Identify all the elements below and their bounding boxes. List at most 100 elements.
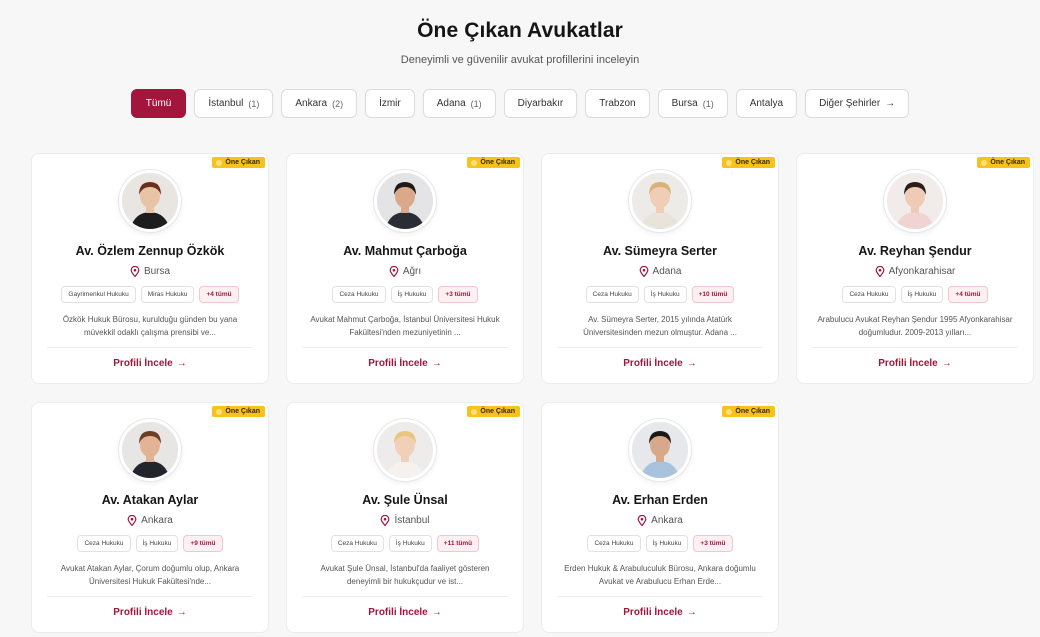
- lawyer-name[interactable]: Av. Sümeyra Serter: [603, 244, 717, 258]
- arrow-right-icon: →: [686, 607, 697, 618]
- star-icon: [981, 159, 988, 166]
- filter-chip-label: Diyarbakır: [517, 98, 564, 109]
- page-subtitle: Deneyimli ve güvenilir avukat profilleri…: [400, 54, 640, 66]
- lawyer-card[interactable]: Öne Çıkan Av. Şule Ünsal İstanbul Ceza Huku…: [286, 402, 524, 633]
- filter-chip[interactable]: Ankara (2): [281, 89, 358, 118]
- filter-chip-label: Antalya: [749, 98, 784, 109]
- lawyer-card[interactable]: Öne Çıkan Av. Atakan Aylar Ankara Ceza Huku…: [31, 402, 269, 633]
- lawyer-name[interactable]: Av. Erhan Erden: [612, 493, 708, 507]
- practice-area-tags: Ceza Hukuku İş Hukuku +11 tümü: [330, 535, 480, 552]
- lawyer-location: Ağrı: [389, 265, 421, 278]
- lawyer-description: Özkök Hukuk Bürosu, kurulduğu günden bu …: [62, 315, 238, 337]
- view-profile-link[interactable]: Profili İncele →: [878, 358, 951, 369]
- filter-chip-count: (1): [702, 98, 714, 109]
- practice-area-tags: Ceza Hukuku İş Hukuku +10 tümü: [585, 286, 735, 303]
- filter-chip-label: Trabzon: [599, 98, 636, 109]
- view-profile-link[interactable]: Profili İncele →: [113, 607, 186, 618]
- filter-chip-label: Bursa: [671, 98, 698, 109]
- view-profile-link[interactable]: Profili İncele →: [368, 358, 441, 369]
- location-pin-icon: [389, 265, 399, 278]
- more-tags-badge[interactable]: +10 tümü: [691, 286, 735, 303]
- location-pin-icon: [130, 265, 140, 278]
- view-profile-link[interactable]: Profili İncele →: [368, 607, 441, 618]
- filter-chip[interactable]: Diğer Şehirler →: [805, 89, 910, 118]
- lawyer-location: Bursa: [130, 265, 171, 278]
- practice-area-tag: İş Hukuku: [643, 286, 687, 303]
- view-profile-link[interactable]: Profili İncele →: [623, 607, 696, 618]
- filter-chip-label: Diğer Şehirler: [819, 98, 881, 109]
- card-divider: [47, 596, 253, 597]
- location-pin-icon: [380, 514, 390, 527]
- lawyer-location: Adana: [639, 265, 682, 278]
- avatar[interactable]: [119, 170, 181, 232]
- lawyer-description: Av. Sümeyra Serter, 2015 yılında Atatürk…: [583, 315, 737, 337]
- avatar[interactable]: [374, 419, 436, 481]
- filter-chip[interactable]: Adana (1): [422, 89, 496, 118]
- lawyer-city: Bursa: [143, 266, 171, 277]
- practice-area-tag: İş Hukuku: [135, 535, 179, 552]
- card-divider: [557, 347, 763, 348]
- more-tags-badge[interactable]: +3 tümü: [438, 286, 478, 303]
- view-profile-link[interactable]: Profili İncele →: [113, 358, 186, 369]
- more-tags-badge[interactable]: +4 tümü: [948, 286, 988, 303]
- filter-chip[interactable]: Trabzon: [585, 89, 650, 118]
- lawyer-card[interactable]: Öne Çıkan Av. Mahmut Çarboğa Ağrı Ceza Huku…: [286, 153, 524, 384]
- practice-area-tag: Ceza Hukuku: [587, 535, 641, 552]
- practice-area-tag: Miras Hukuku: [140, 286, 195, 303]
- more-tags-badge[interactable]: +3 tümü: [693, 535, 733, 552]
- lawyer-location: Afyonkarahisar: [875, 265, 955, 278]
- featured-badge: Öne Çıkan: [212, 406, 265, 417]
- filter-chip-label: İstanbul: [208, 98, 244, 109]
- filter-chip[interactable]: Diyarbakır: [503, 89, 578, 118]
- filter-chip[interactable]: Antalya: [735, 89, 798, 118]
- filter-chip[interactable]: İstanbul (1): [194, 89, 274, 118]
- view-profile-label: Profili İncele: [878, 358, 938, 369]
- lawyer-card[interactable]: Öne Çıkan Av. Reyhan Şendur Afyonkarahisar…: [796, 153, 1034, 384]
- lawyer-location: Ankara: [127, 514, 173, 527]
- star-icon: [726, 408, 733, 415]
- lawyer-name[interactable]: Av. Mahmut Çarboğa: [343, 244, 467, 258]
- featured-badge-label: Öne Çıkan: [480, 159, 515, 166]
- star-icon: [471, 159, 478, 166]
- practice-area-tag: İş Hukuku: [388, 535, 432, 552]
- lawyer-card[interactable]: Öne Çıkan Av. Özlem Zennup Özkök Bursa Gayr…: [31, 153, 269, 384]
- practice-area-tag: Ceza Hukuku: [842, 286, 896, 303]
- avatar[interactable]: [119, 419, 181, 481]
- avatar[interactable]: [374, 170, 436, 232]
- city-filter-bar: Tümü İstanbul (1) Ankara (2) İzmir Adana (1) Diy…: [0, 89, 1040, 118]
- filter-chip[interactable]: Bursa (1): [657, 89, 728, 118]
- featured-badge: Öne Çıkan: [722, 157, 775, 168]
- card-divider: [557, 596, 763, 597]
- filter-chip-label: Tümü: [145, 98, 172, 109]
- filter-chip[interactable]: Tümü: [130, 89, 187, 118]
- featured-badge-label: Öne Çıkan: [735, 159, 770, 166]
- more-tags-badge[interactable]: +11 tümü: [436, 535, 480, 552]
- avatar[interactable]: [629, 419, 691, 481]
- featured-badge-label: Öne Çıkan: [480, 408, 515, 415]
- lawyer-card[interactable]: Öne Çıkan Av. Sümeyra Serter Adana Ceza Huk…: [541, 153, 779, 384]
- avatar[interactable]: [884, 170, 946, 232]
- filter-chip-count: (1): [470, 98, 482, 109]
- arrow-right-icon: →: [431, 607, 442, 618]
- lawyer-card[interactable]: Öne Çıkan Av. Erhan Erden Ankara Ceza Hukuk…: [541, 402, 779, 633]
- more-tags-badge[interactable]: +4 tümü: [199, 286, 239, 303]
- view-profile-label: Profili İncele: [113, 607, 173, 618]
- arrow-right-icon: →: [686, 358, 697, 369]
- arrow-right-icon: →: [941, 358, 952, 369]
- arrow-right-icon: →: [176, 358, 187, 369]
- view-profile-link[interactable]: Profili İncele →: [623, 358, 696, 369]
- card-divider: [47, 347, 253, 348]
- practice-area-tags: Ceza Hukuku İş Hukuku +9 tümü: [77, 535, 223, 552]
- lawyer-name[interactable]: Av. Şule Ünsal: [362, 493, 447, 507]
- filter-chip[interactable]: İzmir: [365, 89, 415, 118]
- more-tags-badge[interactable]: +9 tümü: [183, 535, 223, 552]
- card-divider: [302, 347, 508, 348]
- avatar[interactable]: [629, 170, 691, 232]
- lawyer-description: Erden Hukuk & Arabuluculuk Bürosu, Ankar…: [564, 564, 756, 586]
- lawyer-name[interactable]: Av. Özlem Zennup Özkök: [76, 244, 225, 258]
- lawyer-description: Avukat Şule Ünsal, İstanbul'da faaliyet …: [320, 564, 490, 586]
- location-pin-icon: [875, 265, 885, 278]
- lawyer-city: Adana: [652, 266, 682, 277]
- lawyer-name[interactable]: Av. Reyhan Şendur: [858, 244, 971, 258]
- lawyer-name[interactable]: Av. Atakan Aylar: [102, 493, 199, 507]
